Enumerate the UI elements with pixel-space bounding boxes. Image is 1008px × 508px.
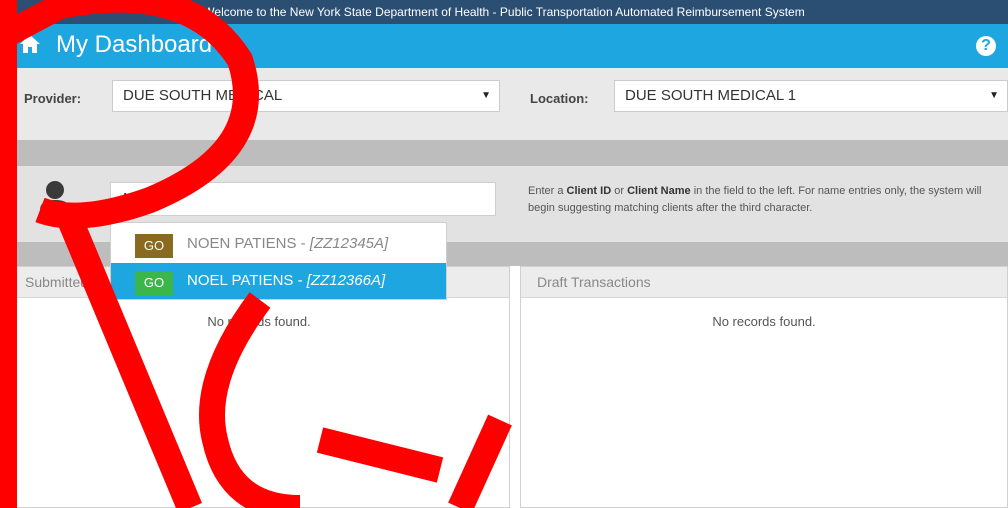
suggestion-label: NOEN PATIENS - [ZZ12345A]	[187, 235, 389, 252]
chevron-down-icon: ▼	[989, 90, 999, 101]
home-icon[interactable]	[18, 32, 42, 56]
page-title: My Dashboard	[56, 31, 213, 58]
question-icon[interactable]: ?	[976, 36, 996, 56]
divider-band	[0, 140, 1008, 166]
draft-panel: Draft Transactions No records found.	[520, 266, 1008, 508]
provider-label: Provider:	[24, 91, 82, 106]
chevron-down-icon: ▼	[481, 90, 491, 101]
provider-value: DUE SOUTH MEDICAL	[123, 87, 283, 104]
draft-panel-title: Draft Transactions	[521, 267, 1007, 298]
person-icon	[40, 181, 70, 218]
suggestion-label: NOEL PATIENS - [ZZ12366A]	[187, 272, 386, 289]
submitted-panel: Submitted No records found.	[8, 266, 510, 508]
suggestion-item-selected[interactable]: GO NOEL PATIENS - [ZZ12366A]	[111, 263, 446, 299]
search-help-text: Enter a Client ID or Client Name in the …	[528, 185, 982, 214]
location-label: Location:	[530, 91, 589, 106]
provider-select[interactable]: DUE SOUTH MEDICAL ▼	[112, 80, 500, 112]
autocomplete-list: GO NOEN PATIENS - [ZZ12345A] GO NOEL PAT…	[110, 222, 447, 300]
client-search-input[interactable]: NOE	[110, 182, 496, 216]
suggestion-item[interactable]: GO NOEN PATIENS - [ZZ12345A]	[111, 226, 446, 262]
go-button[interactable]: GO	[135, 234, 173, 258]
filter-bar: Provider: DUE SOUTH MEDICAL ▼ Location: …	[0, 68, 1008, 141]
submitted-empty-message: No records found.	[207, 314, 311, 329]
draft-empty-message: No records found.	[712, 314, 816, 329]
location-select[interactable]: DUE SOUTH MEDICAL 1 ▼	[614, 80, 1008, 112]
dashboard-header: My Dashboard ?	[0, 24, 1008, 68]
welcome-banner: Welcome to the New York State Department…	[0, 0, 1008, 24]
go-button[interactable]: GO	[135, 271, 173, 295]
location-value: DUE SOUTH MEDICAL 1	[625, 87, 797, 104]
